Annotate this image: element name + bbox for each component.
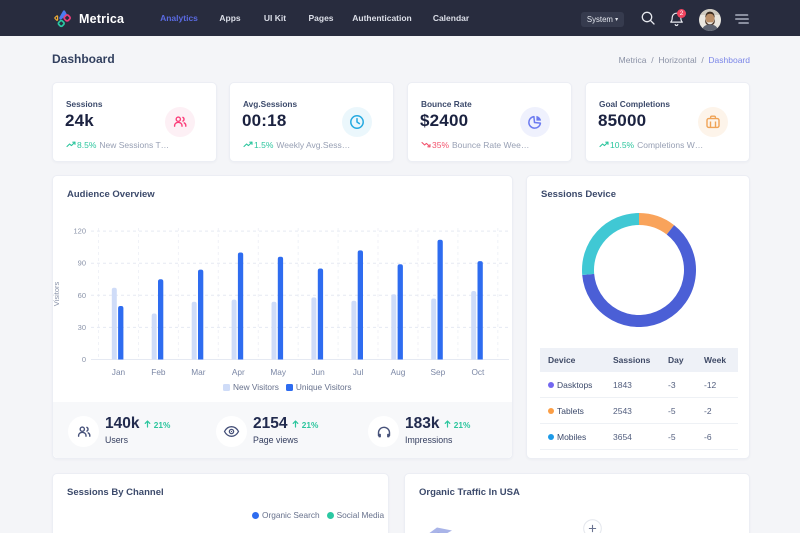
svg-text:30: 30 bbox=[78, 323, 86, 332]
svg-text:May: May bbox=[270, 367, 287, 377]
svg-text:Jun: Jun bbox=[311, 367, 325, 377]
svg-text:Aug: Aug bbox=[391, 367, 406, 377]
svg-text:Feb: Feb bbox=[151, 367, 166, 377]
svg-text:Apr: Apr bbox=[232, 367, 245, 377]
svg-text:Mar: Mar bbox=[191, 367, 206, 377]
svg-text:90: 90 bbox=[78, 259, 86, 268]
svg-text:Oct: Oct bbox=[471, 367, 485, 377]
svg-text:Visitors: Visitors bbox=[53, 282, 61, 307]
svg-text:Jan: Jan bbox=[112, 367, 126, 377]
svg-text:Sep: Sep bbox=[431, 367, 446, 377]
svg-text:0: 0 bbox=[82, 355, 86, 364]
svg-text:120: 120 bbox=[73, 227, 86, 236]
svg-text:60: 60 bbox=[78, 291, 86, 300]
svg-text:Jul: Jul bbox=[353, 367, 364, 377]
